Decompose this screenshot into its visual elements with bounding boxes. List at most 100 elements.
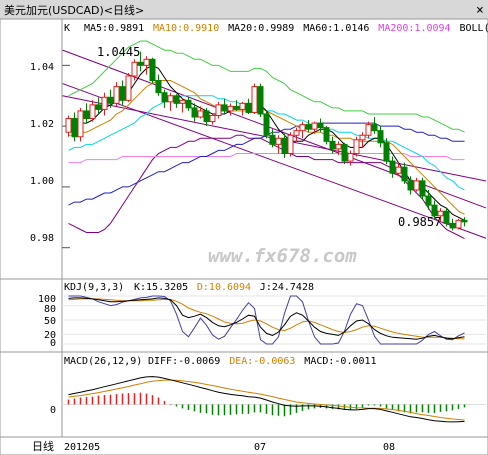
candle-body bbox=[77, 110, 84, 138]
period-label: 日线 bbox=[32, 439, 54, 453]
window-title: 美元加元(USDCAD)<日线> bbox=[4, 3, 144, 17]
candle-body bbox=[173, 95, 180, 104]
candle-body bbox=[359, 134, 366, 141]
kdj-label: KDJ(9,3,3) bbox=[64, 282, 124, 293]
candle-body bbox=[251, 86, 258, 113]
candle-body bbox=[155, 80, 162, 94]
y-tick-label: 1.04 bbox=[30, 62, 54, 73]
candle-body bbox=[365, 124, 372, 136]
candle-body bbox=[287, 134, 294, 154]
macd-legend: DIFF:-0.0069 DEA:-0.0063 MACD:-0.0011 bbox=[148, 356, 377, 367]
candle-body bbox=[89, 104, 96, 120]
kdj-legend-item: K:15.3205 bbox=[134, 282, 188, 293]
macd-legend-item: DIFF:-0.0069 bbox=[148, 356, 220, 367]
candle-body bbox=[323, 127, 330, 142]
ma-legend-item: MA20:0.9989 bbox=[228, 23, 294, 34]
candle-body bbox=[341, 143, 348, 162]
candle-body bbox=[221, 104, 228, 112]
candle-body bbox=[311, 122, 318, 130]
ma-legend-item: MA60:1.0146 bbox=[303, 23, 369, 34]
candle-body bbox=[293, 130, 300, 136]
candle-body bbox=[131, 61, 138, 77]
candle-body bbox=[71, 118, 78, 138]
candle-body bbox=[425, 195, 432, 206]
kdj-legend-item: J:24.7428 bbox=[260, 282, 314, 293]
candle-body bbox=[203, 110, 210, 123]
y-tick-label: 0.98 bbox=[30, 233, 54, 244]
candle-body bbox=[389, 160, 396, 174]
candle-body bbox=[329, 140, 336, 150]
candle-body bbox=[239, 102, 246, 110]
macd-legend-item: MACD:-0.0011 bbox=[304, 356, 376, 367]
candle-body bbox=[371, 124, 378, 132]
candle-body bbox=[167, 95, 174, 103]
kdj-tick-label: 0 bbox=[50, 338, 56, 349]
candle-body bbox=[95, 104, 102, 110]
candle-body bbox=[83, 110, 90, 120]
candle-body bbox=[233, 105, 240, 110]
candle-body bbox=[305, 124, 312, 130]
candle-body bbox=[245, 102, 252, 113]
candle-body bbox=[443, 210, 450, 224]
chart-canvas: 美元加元(USDCAD)<日线> × K MA5:0.9891 MA10:0.99… bbox=[0, 0, 488, 455]
x-tick-label: 07 bbox=[254, 442, 266, 453]
chart-window: 美元加元(USDCAD)<日线> × K MA5:0.9891 MA10:0.99… bbox=[0, 0, 488, 455]
y-tick-label: 1.02 bbox=[30, 119, 54, 130]
candle-body bbox=[185, 99, 192, 109]
ma-legend-item: MA5:0.9891 bbox=[84, 23, 144, 34]
candle-body bbox=[113, 86, 120, 104]
candle-body bbox=[197, 110, 204, 118]
kdj-legend-item: D:10.6094 bbox=[197, 282, 251, 293]
candle-body bbox=[191, 107, 198, 118]
candle-body bbox=[455, 219, 462, 229]
candle-body bbox=[395, 166, 402, 174]
candle-body bbox=[335, 143, 342, 150]
candle-body bbox=[107, 96, 114, 104]
macd-label: MACD(26,12,9) bbox=[64, 356, 142, 367]
candle-body bbox=[101, 96, 108, 110]
macd-tick-label: 0 bbox=[50, 405, 56, 416]
candle-body bbox=[257, 86, 264, 115]
ma-legend-item: MA10:0.9910 bbox=[153, 23, 219, 34]
candle-body bbox=[161, 92, 168, 103]
candle-body bbox=[317, 122, 324, 129]
candle-body bbox=[401, 166, 408, 182]
candle-body bbox=[383, 142, 390, 162]
high-price-annotation: 1.0445 bbox=[97, 45, 140, 59]
candle-body bbox=[215, 104, 222, 116]
candle-body bbox=[149, 58, 156, 82]
candle-body bbox=[119, 86, 126, 101]
candle-body bbox=[353, 139, 360, 154]
candle-body bbox=[413, 180, 420, 191]
candle-body bbox=[281, 137, 288, 154]
candle-body bbox=[377, 130, 384, 144]
close-icon[interactable]: × bbox=[476, 3, 484, 18]
ma-legend-item: BOLL(26, bbox=[460, 23, 488, 34]
kdj-legend: K:15.3205 D:10.6094 J:24.7428 bbox=[134, 282, 314, 293]
x-tick-label: 201205 bbox=[64, 442, 100, 453]
candle-body bbox=[347, 152, 354, 162]
macd-legend-item: DEA:-0.0063 bbox=[229, 356, 295, 367]
main-prefix: K bbox=[64, 23, 70, 34]
kdj-tick-label: 50 bbox=[44, 316, 56, 327]
low-price-annotation: 0.9857 bbox=[398, 215, 441, 229]
candle-body bbox=[227, 105, 234, 112]
candle-body bbox=[179, 99, 186, 104]
candle-body bbox=[209, 114, 216, 123]
candle-body bbox=[461, 219, 468, 223]
candle-body bbox=[299, 124, 306, 132]
candle-body bbox=[263, 113, 270, 136]
candle-body bbox=[275, 137, 282, 145]
y-tick-label: 1.00 bbox=[30, 176, 54, 187]
candle-body bbox=[269, 134, 276, 145]
candle-body bbox=[143, 58, 150, 66]
candle-body bbox=[125, 75, 132, 101]
candle-body bbox=[419, 180, 426, 197]
candle-body bbox=[65, 118, 72, 133]
watermark-text: www.fx678.com bbox=[208, 245, 357, 267]
candle-body bbox=[449, 222, 456, 229]
candle-body bbox=[137, 61, 144, 66]
x-tick-label: 08 bbox=[383, 442, 395, 453]
ma-legend-item: MA200:1.0094 bbox=[378, 23, 450, 34]
candle-body bbox=[407, 180, 414, 191]
